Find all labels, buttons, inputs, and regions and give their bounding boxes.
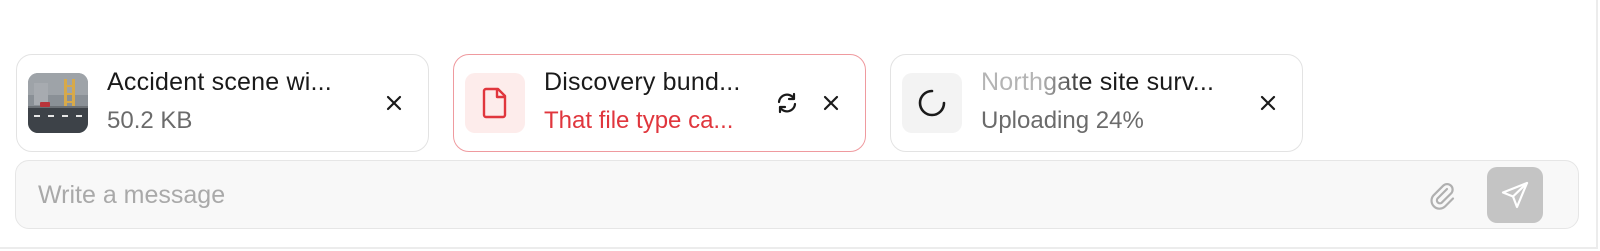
close-icon <box>823 95 839 111</box>
attachment-card-uploading: Northgate site surv... Uploading 24% <box>890 54 1303 152</box>
upload-progress-text: Uploading 24% <box>981 107 1144 134</box>
refresh-icon <box>777 92 797 114</box>
message-composer <box>15 160 1579 229</box>
file-icon <box>482 87 507 119</box>
attachment-name: Accident scene wi... <box>107 68 332 96</box>
paperclip-icon <box>1430 183 1455 210</box>
image-thumbnail[interactable] <box>28 73 88 133</box>
remove-attachment-button[interactable] <box>379 88 409 118</box>
attachment-name: Discovery bund... <box>544 68 741 96</box>
send-button[interactable] <box>1487 167 1543 223</box>
attachment-list: Accident scene wi... 50.2 KB Discovery b… <box>16 54 1303 152</box>
attachment-name: Northgate site surv... <box>981 68 1221 97</box>
attachment-error-message: That file type ca... <box>544 107 734 134</box>
attach-file-button[interactable] <box>1426 179 1458 211</box>
cancel-upload-button[interactable] <box>1253 88 1283 118</box>
close-icon <box>1260 95 1276 111</box>
spinner-icon <box>918 89 946 117</box>
chat-panel: Accident scene wi... 50.2 KB Discovery b… <box>0 0 1598 249</box>
remove-attachment-button[interactable] <box>816 88 846 118</box>
attachment-card: Accident scene wi... 50.2 KB <box>16 54 429 152</box>
file-icon-tile <box>465 73 525 133</box>
close-icon <box>386 95 402 111</box>
spinner-tile <box>902 73 962 133</box>
attachment-size: 50.2 KB <box>107 107 193 134</box>
message-input[interactable] <box>36 161 1420 229</box>
retry-upload-button[interactable] <box>772 88 802 118</box>
send-icon <box>1501 181 1529 209</box>
attachment-card-error: Discovery bund... That file type ca... <box>453 54 866 152</box>
